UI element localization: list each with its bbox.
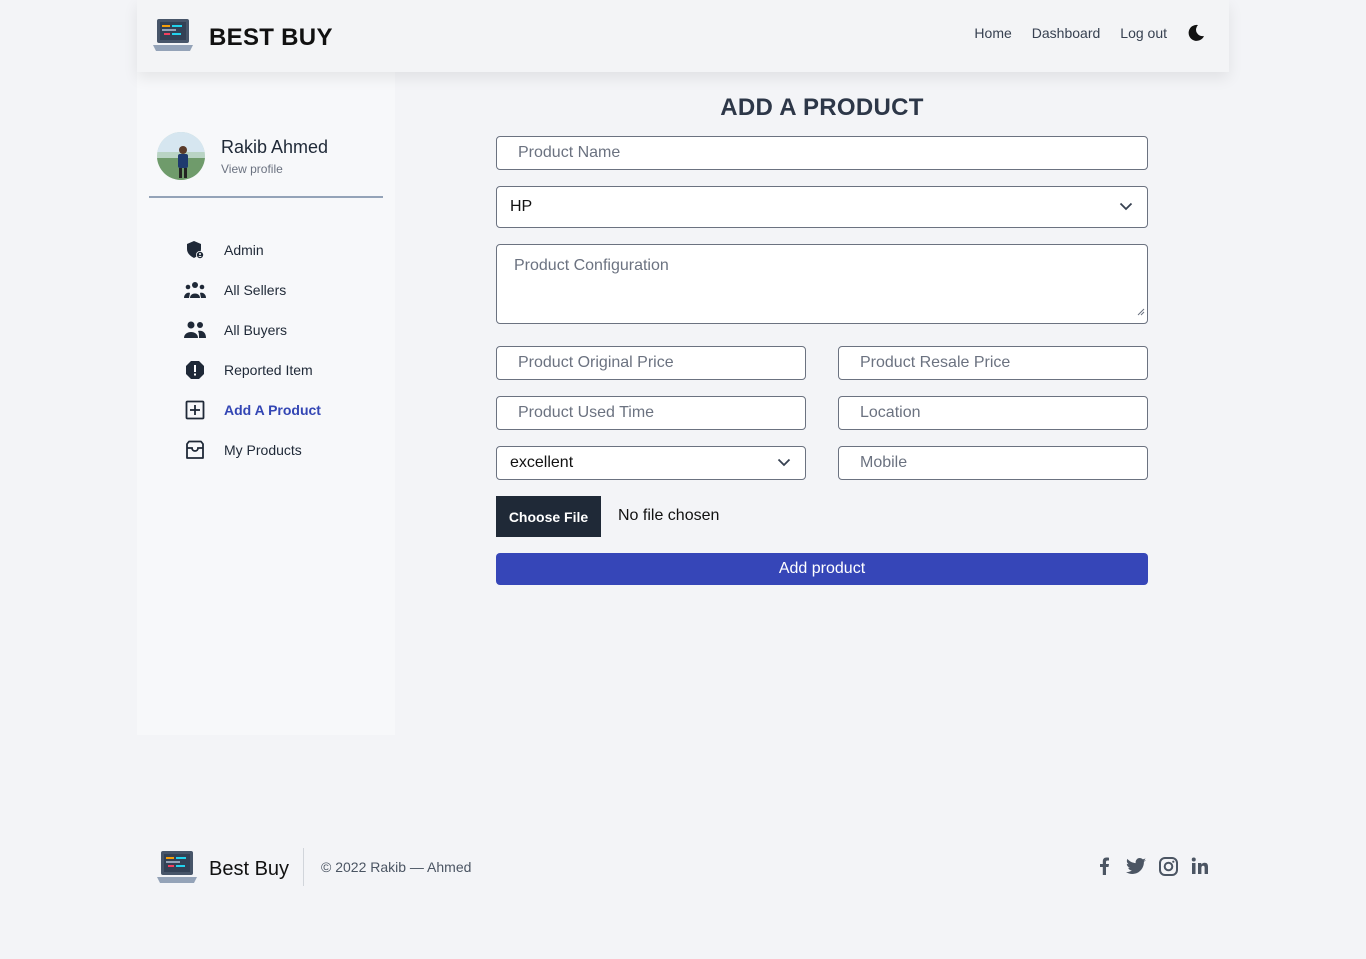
twitter-icon[interactable]	[1126, 856, 1146, 876]
nav-menu: Home Dashboard Log out	[954, 24, 1205, 42]
sidebar-divider	[149, 196, 383, 198]
sidebar-item-label: Add A Product	[224, 402, 321, 418]
view-profile-link[interactable]: View profile	[221, 162, 328, 176]
user-name: Rakib Ahmed	[221, 136, 329, 157]
sidebar-item-admin[interactable]: Admin	[184, 230, 321, 270]
shield-user-icon	[184, 239, 206, 261]
brand-select[interactable]: HP	[496, 186, 1148, 228]
footer-divider	[303, 848, 304, 886]
top-navbar: BEST BUY Home Dashboard Log out	[137, 0, 1229, 72]
product-name-input[interactable]: Product Name	[496, 136, 1148, 170]
sidebar-item-label: All Sellers	[224, 282, 287, 298]
laptop-logo-icon	[157, 850, 197, 889]
moon-icon[interactable]	[1187, 24, 1205, 42]
linkedin-icon[interactable]	[1190, 856, 1210, 876]
product-configuration-placeholder: Product Configuration	[514, 257, 669, 274]
avatar[interactable]	[157, 132, 205, 180]
sidebar-item-reported-item[interactable]: Reported Item	[184, 350, 321, 390]
brand-logo-link[interactable]: BEST BUY	[153, 18, 333, 57]
sidebar-item-label: Admin	[224, 242, 264, 258]
profile-card: Rakib Ahmed View profile	[157, 132, 328, 180]
sidebar-item-all-buyers[interactable]: All Buyers	[184, 310, 321, 350]
original-price-input[interactable]: Product Original Price	[496, 346, 806, 380]
condition-selected-value: excellent	[510, 454, 574, 471]
footer-brand-name[interactable]: Best Buy	[209, 858, 289, 881]
sidebar-item-label: All Buyers	[224, 322, 288, 338]
mobile-placeholder: Mobile	[860, 454, 908, 471]
sidebar-item-my-products[interactable]: My Products	[184, 430, 321, 470]
used-time-input[interactable]: Product Used Time	[496, 396, 806, 430]
footer-brand-link[interactable]: Best Buy	[157, 850, 289, 889]
page-title: ADD A PRODUCT	[720, 94, 924, 121]
instagram-icon[interactable]	[1158, 856, 1178, 876]
resale-price-input[interactable]: Product Resale Price	[838, 346, 1148, 380]
users-group-icon	[184, 279, 206, 301]
location-placeholder: Location	[860, 404, 921, 421]
location-input[interactable]: Location	[838, 396, 1148, 430]
product-name-placeholder: Product Name	[518, 144, 621, 161]
sidebar-item-label: My Products	[224, 442, 302, 458]
sidebar: Rakib Ahmed View profile Admin All Selle…	[137, 72, 395, 735]
mobile-input[interactable]: Mobile	[838, 446, 1148, 480]
nav-dashboard[interactable]: Dashboard	[1032, 25, 1101, 41]
social-links	[1094, 856, 1222, 876]
choose-file-button[interactable]: Choose File	[496, 496, 601, 537]
brand-selected-value: HP	[510, 198, 533, 215]
copyright-text: © 2022 Rakib — Ahmed	[321, 859, 472, 875]
resale-price-placeholder: Product Resale Price	[860, 354, 1011, 371]
sidebar-item-all-sellers[interactable]: All Sellers	[184, 270, 321, 310]
brand-name[interactable]: BEST BUY	[209, 24, 333, 52]
alert-octagon-icon	[184, 359, 206, 381]
product-configuration-textarea[interactable]: Product Configuration	[496, 244, 1148, 324]
sidebar-menu: Admin All Sellers All Buyers Reported It…	[184, 230, 321, 470]
inbox-icon	[184, 439, 206, 461]
add-product-button[interactable]: Add product	[496, 553, 1148, 585]
condition-select[interactable]: excellent	[496, 446, 806, 480]
facebook-icon[interactable]	[1094, 856, 1114, 876]
chevron-down-icon	[777, 454, 791, 472]
laptop-logo-icon	[153, 18, 193, 57]
chevron-down-icon	[1119, 198, 1133, 216]
resize-handle-icon[interactable]	[1137, 303, 1145, 321]
plus-square-icon	[184, 399, 206, 421]
sidebar-item-add-product[interactable]: Add A Product	[184, 390, 321, 430]
sidebar-item-label: Reported Item	[224, 362, 313, 378]
used-time-placeholder: Product Used Time	[518, 404, 655, 421]
nav-logout[interactable]: Log out	[1120, 25, 1167, 41]
nav-home[interactable]: Home	[974, 25, 1011, 41]
users-icon	[184, 319, 206, 341]
file-status-text: No file chosen	[618, 507, 720, 524]
original-price-placeholder: Product Original Price	[518, 354, 674, 371]
